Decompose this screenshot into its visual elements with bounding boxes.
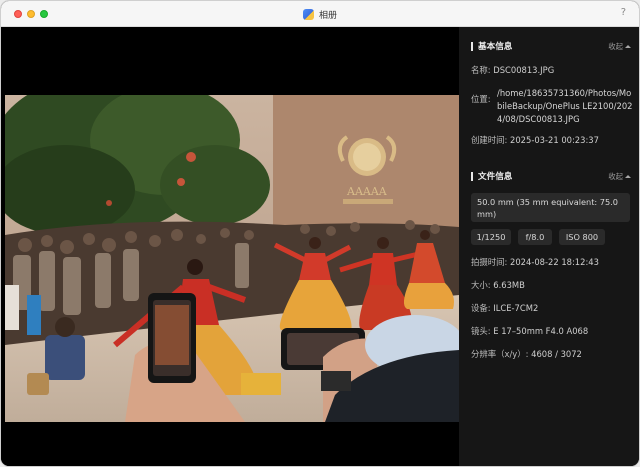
section-marker — [471, 171, 473, 181]
basic-info-header: 基本信息 收起 — [471, 40, 631, 52]
lens-value: E 17–50mm F4.0 A068 — [493, 326, 589, 336]
aperture-chip: f/8.0 — [518, 229, 552, 245]
caret-up-icon — [625, 174, 631, 178]
size-value: 6.63MB — [493, 280, 525, 290]
lens-key: 镜头: — [471, 326, 491, 336]
file-info-title: 文件信息 — [478, 172, 513, 182]
collapse-label: 收起 — [608, 171, 623, 181]
device-value: ILCE-7CM2 — [493, 303, 539, 313]
window-title: 相册 — [318, 10, 337, 21]
created-row: 创建时间: 2025-03-21 00:23:37 — [471, 134, 636, 146]
wall-sign-text: AAAAA — [346, 185, 388, 198]
file-name-value: DSC00813.JPG — [493, 65, 555, 75]
focal-length-box: 50.0 mm (35 mm equivalent: 75.0 mm) — [471, 193, 630, 222]
info-panel: 基本信息 收起 名称: DSC00813.JPG 位置: /home/18635… — [459, 27, 639, 466]
device-row: 设备: ILCE-7CM2 — [471, 302, 636, 314]
resolution-key: 分辨率（x/y）: — [471, 349, 529, 359]
file-info-collapse-button[interactable]: 收起 — [608, 171, 631, 182]
basic-info-title: 基本信息 — [478, 42, 513, 52]
created-value: 2025-03-21 00:23:37 — [510, 135, 599, 145]
lens-row: 镜头: E 17–50mm F4.0 A068 — [471, 325, 636, 337]
size-row: 大小: 6.63MB — [471, 279, 636, 291]
shot-time-key: 拍摄时间: — [471, 257, 508, 267]
photos-app-icon — [302, 8, 314, 20]
photo-image: AAAAA — [5, 95, 459, 422]
basic-info-collapse-button[interactable]: 收起 — [608, 41, 631, 52]
shot-time-row: 拍摄时间: 2024-08-22 18:12:43 — [471, 256, 636, 268]
section-marker — [471, 41, 473, 51]
location-value: /home/18635731360/Photos/MobileBackup/On… — [497, 88, 633, 124]
photo-viewer[interactable]: AAAAA — [1, 27, 459, 466]
title-bar: 相册 ? — [1, 1, 639, 27]
resolution-value: 4608 / 3072 — [531, 349, 582, 359]
file-name-row: 名称: DSC00813.JPG — [471, 64, 636, 76]
collapse-label: 收起 — [608, 41, 623, 51]
size-key: 大小: — [471, 280, 491, 290]
file-name-key: 名称: — [471, 65, 491, 75]
caret-up-icon — [625, 44, 631, 48]
location-row: 位置: /home/18635731360/Photos/MobileBacku… — [471, 87, 636, 126]
file-info-header: 文件信息 收起 — [471, 170, 631, 182]
device-key: 设备: — [471, 303, 491, 313]
help-button[interactable]: ? — [621, 7, 626, 18]
shot-time-value: 2024-08-22 18:12:43 — [510, 257, 599, 267]
created-key: 创建时间: — [471, 135, 508, 145]
iso-chip: ISO 800 — [559, 229, 605, 245]
shutter-chip: 1/1250 — [471, 229, 511, 245]
resolution-row: 分辨率（x/y）: 4608 / 3072 — [471, 348, 636, 360]
location-key: 位置: — [471, 94, 491, 104]
photos-window: 相册 ? AAAAA 基本信息 收起 名称: DSC00813.JPG 位置: … — [0, 0, 640, 467]
window-title-group: 相册 — [1, 1, 639, 27]
